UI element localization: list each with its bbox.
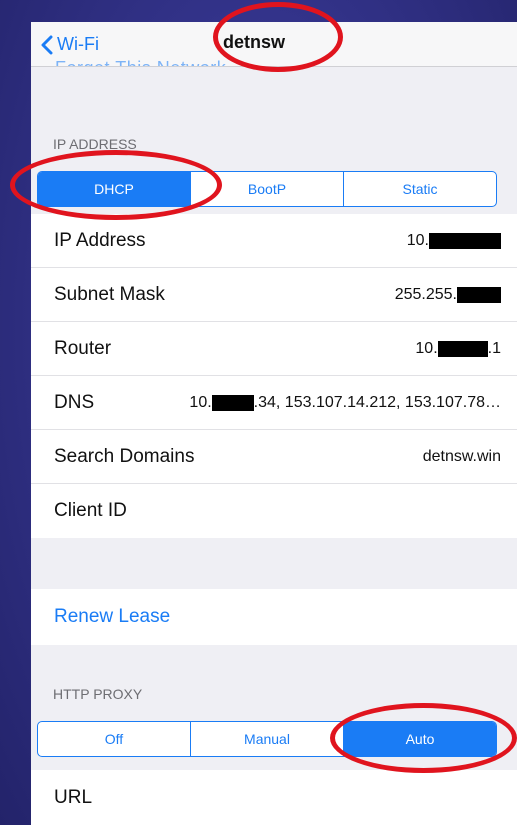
search-domains-value: detnsw.win (422, 447, 501, 465)
redaction-bar (211, 394, 254, 411)
subnet-mask-value-prefix: 255.255. (394, 285, 457, 303)
search-domains-row: Search Domains detnsw.win (31, 430, 517, 484)
url-label: URL (54, 786, 93, 808)
segment-bootp[interactable]: BootP (190, 172, 343, 206)
dns-value-prefix: 10. (189, 393, 212, 411)
dns-row: DNS 10. .34, 153.107.14.212, 153.107.78… (31, 376, 517, 430)
segment-auto[interactable]: Auto (343, 722, 496, 756)
dns-value-suffix: .34, 153.107.14.212, 153.107.78… (253, 393, 501, 411)
ip-address-label: IP Address (54, 229, 146, 251)
router-value-suffix: .1 (487, 339, 501, 357)
client-id-row[interactable]: Client ID (31, 484, 517, 538)
nav-title-wrap: detnsw (31, 32, 517, 53)
redaction-bar (457, 286, 501, 303)
subnet-mask-row: Subnet Mask 255.255. (31, 268, 517, 322)
url-row[interactable]: URL (31, 770, 517, 825)
proxy-mode-segmented-control: Off Manual Auto (37, 721, 497, 757)
subnet-mask-label: Subnet Mask (54, 283, 165, 305)
ip-address-value: 10. (407, 232, 501, 250)
router-label: Router (54, 337, 112, 359)
dns-label: DNS (54, 391, 95, 413)
proxy-url-group: URL (31, 770, 517, 825)
renew-lease-button[interactable]: Renew Lease (31, 589, 517, 645)
dns-value: 10. .34, 153.107.14.212, 153.107.78… (114, 394, 501, 412)
client-id-label: Client ID (54, 500, 127, 521)
router-value: 10. .1 (415, 340, 501, 358)
settings-screen: Forget This Network Wi-Fi detnsw IP ADDR… (31, 22, 517, 825)
forget-network-partial-text: Forget This Network (55, 58, 226, 66)
segment-manual[interactable]: Manual (190, 722, 343, 756)
subnet-mask-value: 255.255. (395, 286, 501, 304)
http-proxy-header: HTTP PROXY (53, 686, 143, 702)
router-value-prefix: 10. (415, 339, 438, 357)
ip-address-header: IP ADDRESS (53, 136, 137, 152)
router-row: Router 10. .1 (31, 322, 517, 376)
network-title: detnsw (222, 32, 285, 52)
segment-static[interactable]: Static (343, 172, 496, 206)
segment-off[interactable]: Off (38, 722, 190, 756)
ip-address-value-prefix: 10. (406, 231, 429, 249)
navigation-bar: Forget This Network Wi-Fi detnsw (31, 22, 517, 67)
ip-address-row: IP Address 10. (31, 214, 517, 268)
ip-details-group: IP Address 10. Subnet Mask 255.255. Rout… (31, 214, 517, 538)
segment-dhcp[interactable]: DHCP (38, 172, 190, 206)
redaction-bar (429, 232, 501, 249)
redaction-bar (437, 340, 488, 357)
ip-mode-segmented-control: DHCP BootP Static (37, 171, 497, 207)
search-domains-label: Search Domains (54, 445, 195, 467)
